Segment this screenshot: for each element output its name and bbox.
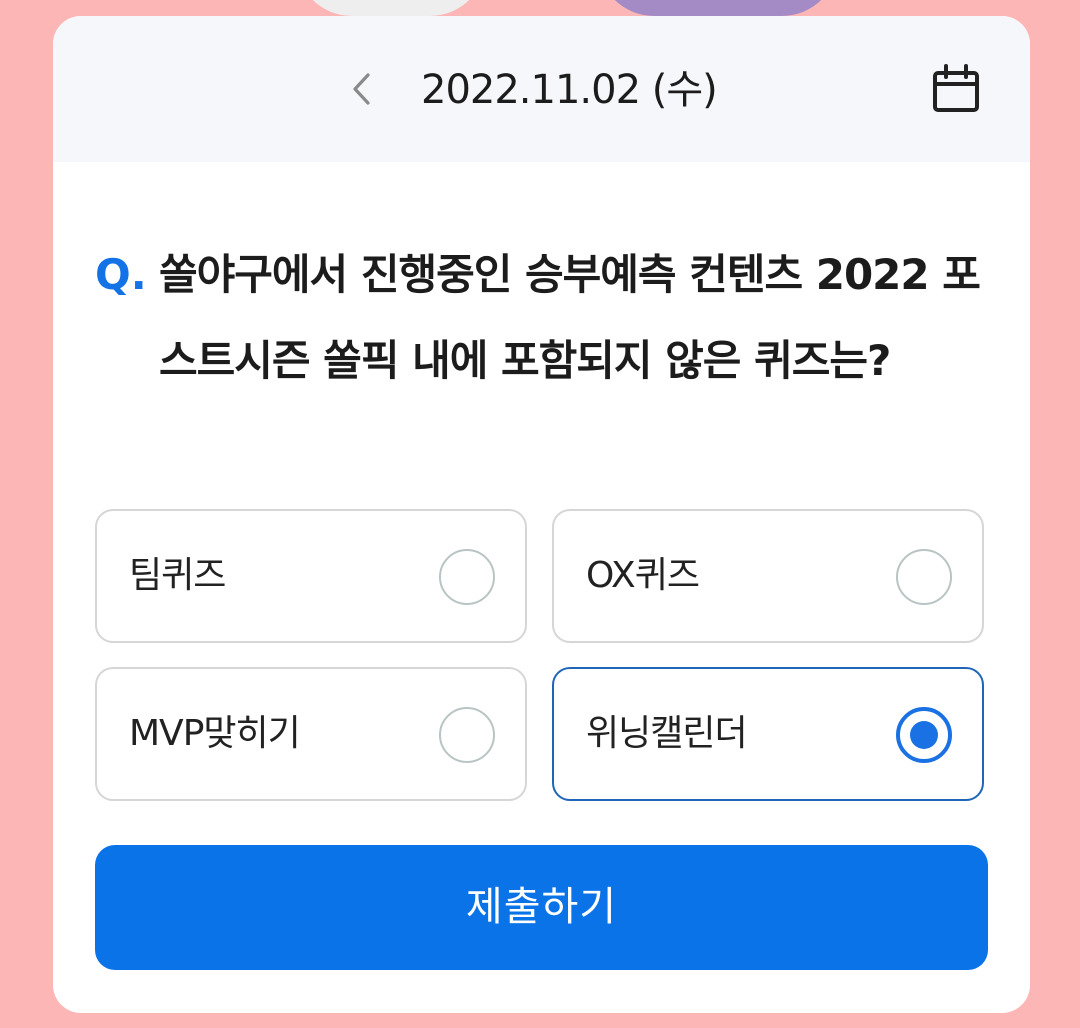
radio-button[interactable] (439, 707, 495, 763)
selected-date: 2022.11.02 (수) (421, 67, 718, 113)
option-mvp-guess[interactable]: MVP맞히기 (95, 667, 527, 801)
radio-button-selected[interactable] (896, 707, 952, 763)
chevron-left-icon (349, 70, 373, 112)
decorative-illustration-left (296, 0, 486, 16)
option-winning-calendar[interactable]: 위닝캘린더 (552, 667, 984, 801)
option-ox-quiz[interactable]: OX퀴즈 (552, 509, 984, 643)
radio-button[interactable] (439, 549, 495, 605)
date-bar: 2022.11.02 (수) (53, 16, 1030, 162)
question-prefix: Q. (95, 250, 147, 299)
previous-day-button[interactable] (339, 66, 383, 116)
option-label: MVP맞히기 (129, 713, 301, 754)
calendar-icon (931, 64, 981, 118)
decorative-illustration-right (598, 0, 838, 16)
option-label: 팀퀴즈 (129, 555, 226, 596)
submit-button[interactable]: 제출하기 (95, 845, 988, 970)
quiz-card: 2022.11.02 (수) Q. 쏠야구에서 진행중인 승부예측 컨텐츠 20… (53, 16, 1030, 1013)
option-label: 위닝캘린더 (586, 713, 748, 754)
calendar-button[interactable] (929, 64, 983, 118)
question: Q. 쏠야구에서 진행중인 승부예측 컨텐츠 2022 포스트시즌 쏠픽 내에 … (95, 232, 995, 404)
option-label: OX퀴즈 (586, 555, 700, 596)
radio-selected-dot (910, 721, 938, 749)
question-text: 쏠야구에서 진행중인 승부예측 컨텐츠 2022 포스트시즌 쏠픽 내에 포함되… (159, 250, 981, 385)
radio-button[interactable] (896, 549, 952, 605)
option-team-quiz[interactable]: 팀퀴즈 (95, 509, 527, 643)
